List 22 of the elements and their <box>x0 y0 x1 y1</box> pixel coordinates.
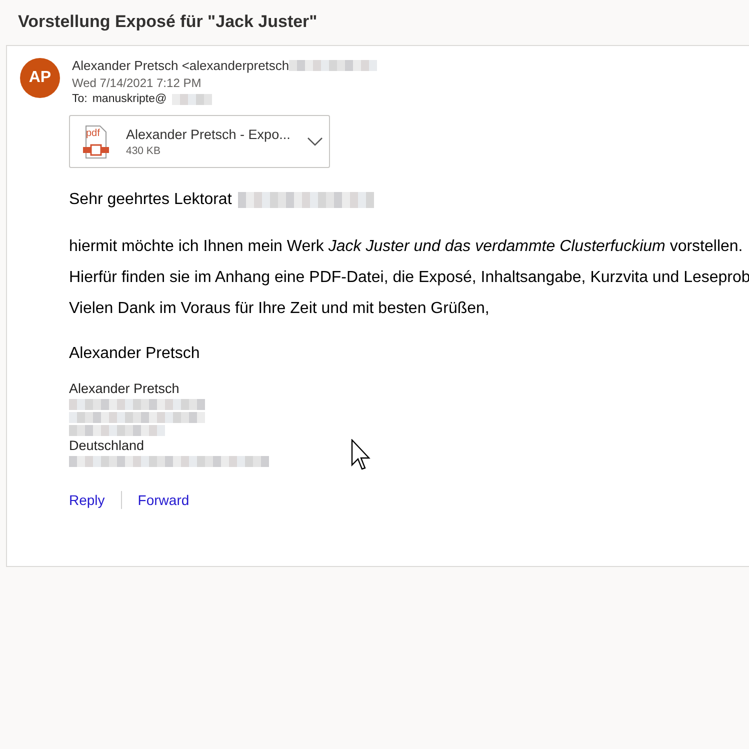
to-label: To: <box>72 93 88 105</box>
email-subject: Vorstellung Exposé für "Jack Juster" <box>18 12 318 32</box>
sent-date: Wed 7/14/2021 7:12 PM <box>72 76 202 90</box>
redacted-text <box>172 94 212 104</box>
signature-name: Alexander Pretsch <box>69 381 180 397</box>
mouse-cursor-icon <box>351 439 371 471</box>
body-paragraph: hiermit möchte ich Ihnen mein Werk Jack Juster und das verdammte Clusterfuckium vorstellen. <box>69 238 744 256</box>
reply-action-link[interactable]: Reply <box>69 492 105 508</box>
attachment-size: 430 KB <box>126 144 162 156</box>
closing-name: Alexander Pretsch <box>69 345 201 363</box>
attachment-card[interactable]: pdf Alexander Pretsch - Expo... 430 KB <box>69 115 330 168</box>
body-paragraph: Vielen Dank im Voraus für Ihre Zeit und mit besten Grüßen, <box>69 300 490 318</box>
sender-name: Alexander Pretsch <alexanderpretsch <box>72 58 290 73</box>
recipient-address: manuskripte@ <box>92 93 167 105</box>
avatar[interactable]: AP <box>20 58 60 98</box>
forward-action-link[interactable]: Forward <box>138 492 190 508</box>
pdf-file-icon <box>83 124 109 158</box>
file-type-label: pdf <box>86 128 100 139</box>
attachment-name: Alexander Pretsch - Expo... <box>126 126 290 142</box>
chevron-down-icon[interactable] <box>307 137 323 146</box>
greeting-text: Sehr geehrtes Lektorat <box>69 191 232 209</box>
signature-country: Deutschland <box>69 438 144 454</box>
